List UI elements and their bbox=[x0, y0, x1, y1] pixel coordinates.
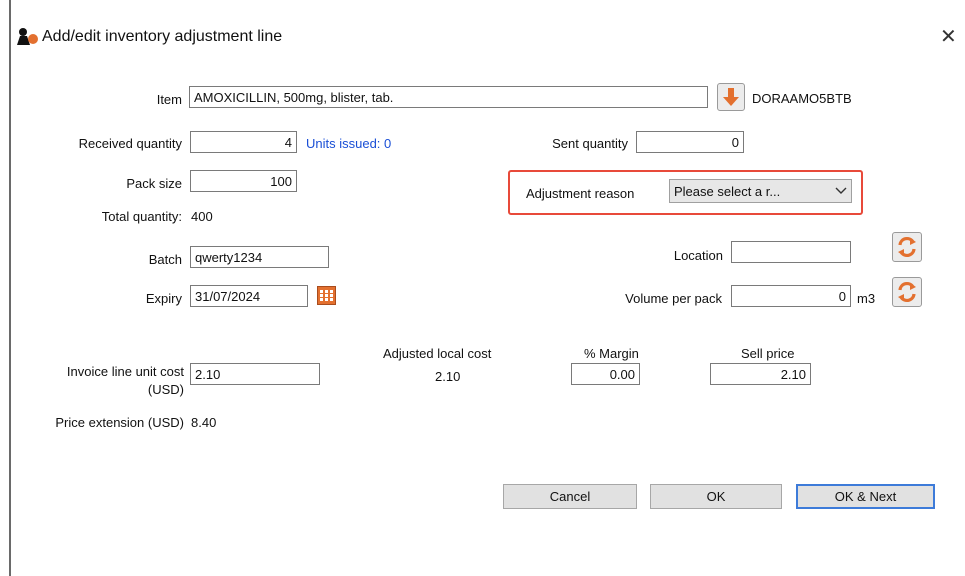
total-quantity-label: Total quantity: bbox=[101, 209, 182, 224]
refresh-icon bbox=[898, 236, 916, 258]
adjustment-reason-select[interactable]: Please select a r... bbox=[669, 179, 852, 203]
adjusted-local-cost-value: 2.10 bbox=[435, 369, 461, 384]
invoice-unit-cost-label: Invoice line unit cost bbox=[66, 364, 184, 379]
item-label: Item bbox=[156, 92, 182, 107]
units-issued-text: Units issued: 0 bbox=[306, 136, 392, 151]
refresh-icon bbox=[898, 281, 916, 303]
cancel-button[interactable]: Cancel bbox=[503, 484, 637, 509]
volume-per-pack-label: Volume per pack bbox=[625, 291, 722, 306]
sell-price-input[interactable] bbox=[710, 363, 811, 385]
item-code: DORAAMO5BTB bbox=[752, 91, 852, 106]
location-input[interactable] bbox=[731, 241, 851, 263]
calendar-icon[interactable] bbox=[317, 286, 336, 305]
price-extension-value: 8.40 bbox=[191, 415, 217, 430]
price-extension-label: Price extension (USD) bbox=[55, 415, 184, 430]
batch-input[interactable] bbox=[190, 246, 329, 268]
total-quantity-value: 400 bbox=[191, 209, 213, 224]
location-refresh-button[interactable] bbox=[892, 232, 922, 262]
adjusted-local-cost-label: Adjusted local cost bbox=[383, 346, 492, 361]
arrow-down-icon bbox=[723, 88, 739, 106]
volume-unit: m3 bbox=[857, 291, 876, 306]
received-quantity-label: Received quantity bbox=[78, 136, 182, 151]
window-left-border bbox=[9, 0, 11, 576]
volume-per-pack-input[interactable] bbox=[731, 285, 851, 307]
location-label: Location bbox=[673, 248, 723, 263]
received-quantity-input[interactable] bbox=[190, 131, 297, 153]
window-title: Add/edit inventory adjustment line bbox=[42, 28, 283, 45]
batch-label: Batch bbox=[148, 252, 182, 267]
expiry-input[interactable] bbox=[190, 285, 308, 307]
ok-next-button[interactable]: OK & Next bbox=[796, 484, 935, 509]
pack-size-input[interactable] bbox=[190, 170, 297, 192]
sent-quantity-label: Sent quantity bbox=[552, 136, 628, 151]
expiry-label: Expiry bbox=[145, 291, 182, 306]
sent-quantity-input[interactable] bbox=[636, 131, 744, 153]
close-icon[interactable]: ✕ bbox=[940, 24, 957, 49]
margin-input[interactable] bbox=[571, 363, 640, 385]
item-lookup-button[interactable] bbox=[717, 83, 745, 111]
pack-size-label: Pack size bbox=[126, 176, 182, 191]
invoice-unit-cost-input[interactable] bbox=[190, 363, 320, 385]
volume-refresh-button[interactable] bbox=[892, 277, 922, 307]
adjustment-reason-label: Adjustment reason bbox=[526, 186, 635, 201]
margin-label: % Margin bbox=[584, 346, 639, 361]
adjustment-reason-value: Please select a r... bbox=[674, 183, 781, 199]
invoice-unit-cost-currency: (USD) bbox=[147, 382, 184, 397]
app-icon bbox=[17, 28, 38, 45]
sell-price-label: Sell price bbox=[741, 346, 795, 361]
chevron-down-icon bbox=[835, 187, 847, 194]
item-input[interactable] bbox=[189, 86, 708, 108]
ok-button[interactable]: OK bbox=[650, 484, 782, 509]
